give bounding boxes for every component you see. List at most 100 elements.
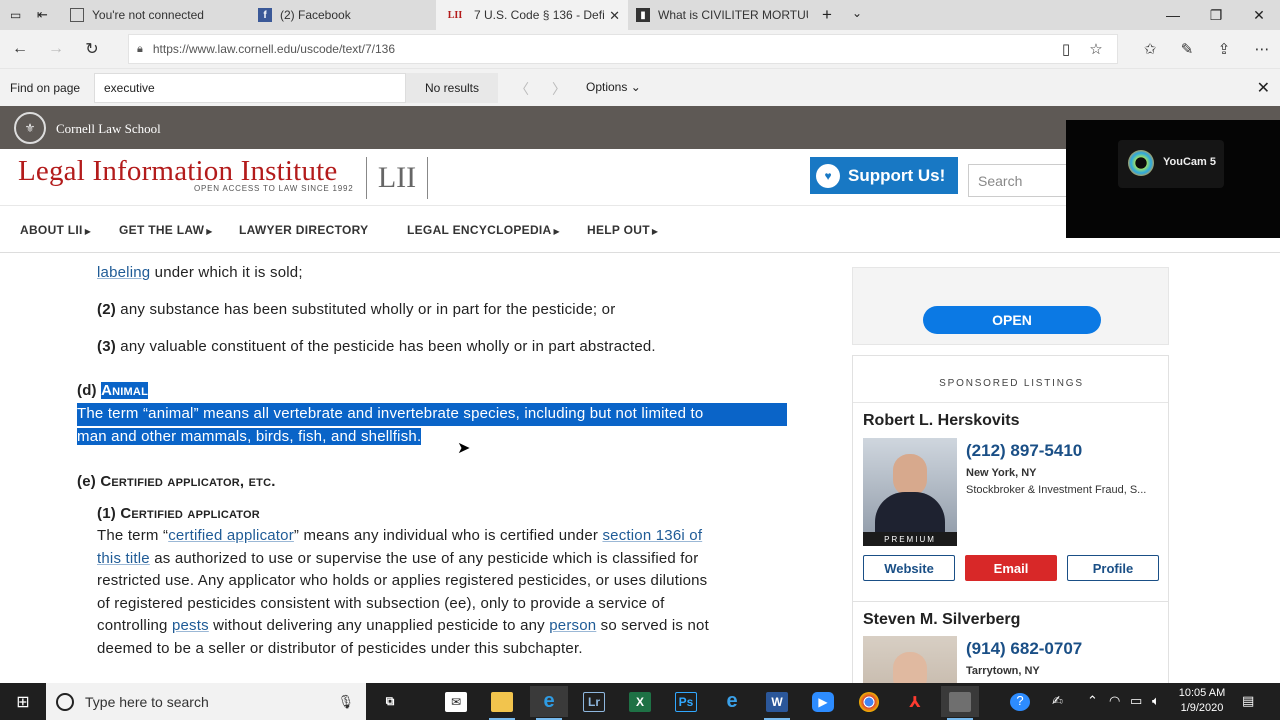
email-button[interactable]: Email xyxy=(965,555,1057,581)
statute-line: The term “certified applicator” means an… xyxy=(97,527,703,544)
find-options-button[interactable]: Options ⌄ xyxy=(586,80,641,94)
task-view-icon[interactable]: ⧉ xyxy=(371,686,409,717)
windows-start-icon[interactable]: ⊞ xyxy=(0,683,46,720)
lawyer-name[interactable]: Robert L. Herskovits xyxy=(863,412,1019,430)
close-tab-icon[interactable]: ✕ xyxy=(609,8,620,24)
favorite-star-icon[interactable]: ☆ xyxy=(1084,38,1108,60)
tab-civiliter[interactable]: ▮ What is CIVILITER MORTUU xyxy=(628,0,814,30)
lawyer-photo[interactable]: PREMIUM xyxy=(863,438,957,546)
section-d-text-selected: The term “animal” means all vertebrate a… xyxy=(77,403,787,426)
lock-icon: 🔒︎ xyxy=(137,42,143,55)
lii-icon: LII xyxy=(447,9,463,21)
edge-icon[interactable]: e xyxy=(530,686,568,720)
reading-view-icon[interactable]: ▯ xyxy=(1054,38,1078,60)
battery-icon[interactable]: ▭ xyxy=(1130,693,1142,709)
clock-time: 10:05 AM xyxy=(1178,687,1226,699)
lightroom-icon[interactable]: Lr xyxy=(575,686,613,717)
find-next-icon[interactable]: 〉 xyxy=(552,79,566,99)
excel-icon[interactable]: X xyxy=(621,686,659,717)
minimize-icon[interactable]: — xyxy=(1151,0,1195,30)
face-shape xyxy=(893,454,927,496)
find-previous-icon[interactable]: 〈 xyxy=(515,79,529,99)
statute-line: deemed to be a seller or distributor of … xyxy=(97,640,583,657)
labeling-link[interactable]: labeling xyxy=(97,264,150,281)
file-explorer-icon[interactable] xyxy=(483,686,521,720)
lawyer-location: New York, NY xyxy=(966,467,1037,479)
statute-line: controlling pests without delivering any… xyxy=(97,617,709,634)
refresh-icon[interactable]: ↻ xyxy=(80,38,104,60)
pen-icon[interactable]: ✎ xyxy=(1175,38,1199,60)
nav-legal-encyclopedia[interactable]: LEGAL ENCYCLOPEDIA ▶ xyxy=(407,223,560,237)
photoshop-icon[interactable]: Ps xyxy=(667,686,705,717)
notifications-icon[interactable]: ▤ xyxy=(1242,693,1254,709)
favorites-hub-icon[interactable]: ✩ xyxy=(1138,38,1162,60)
section-136i-link[interactable]: section 136i of xyxy=(602,527,702,544)
back-icon[interactable]: ← xyxy=(8,38,32,60)
suit-shape xyxy=(875,492,945,536)
ink-workspace-icon[interactable]: ✍ xyxy=(1052,693,1063,709)
book-icon: ▮ xyxy=(636,8,650,22)
find-label: Find on page xyxy=(10,81,81,95)
internet-explorer-icon[interactable]: e xyxy=(713,686,751,717)
chrome-icon[interactable] xyxy=(850,686,888,717)
lawyer-name[interactable]: Steven M. Silverberg xyxy=(863,611,1020,629)
find-input[interactable]: executive xyxy=(94,73,406,103)
tab-list-chevron-icon[interactable]: ⌄ xyxy=(852,6,862,20)
more-icon[interactable]: ⋯ xyxy=(1250,38,1274,60)
find-close-icon[interactable]: ✕ xyxy=(1257,78,1270,98)
mail-icon[interactable]: ✉ xyxy=(437,686,475,717)
taskbar-search[interactable]: Type here to search 🎙︎ xyxy=(46,683,366,720)
youcam-overlay[interactable]: YouCam 5 xyxy=(1066,120,1280,238)
help-icon[interactable]: ? xyxy=(1010,693,1030,711)
tab-not-connected[interactable]: You're not connected xyxy=(62,0,250,30)
profile-button[interactable]: Profile xyxy=(1067,555,1159,581)
nav-about-lii[interactable]: ABOUT LII ▶ xyxy=(20,223,91,237)
nav-lawyer-directory[interactable]: LAWYER DIRECTORY xyxy=(239,223,368,237)
word-icon[interactable]: W xyxy=(758,686,796,720)
volume-icon[interactable]: 🔈︎ xyxy=(1152,693,1160,709)
lawyer-phone[interactable]: (212) 897-5410 xyxy=(966,441,1082,461)
statute-item-2: (2) any substance has been substituted w… xyxy=(97,301,616,318)
statute-line: restricted use. Any applicator who holds… xyxy=(97,572,708,589)
acrobat-icon[interactable]: ⅄ xyxy=(896,686,934,717)
nav-get-the-law[interactable]: GET THE LAW ▶ xyxy=(119,223,213,237)
lawyer-photo[interactable] xyxy=(863,636,957,683)
lii-logo[interactable]: LII xyxy=(366,157,428,199)
find-options-label: Options xyxy=(586,80,628,94)
forward-icon[interactable]: → xyxy=(44,38,68,60)
pests-link[interactable]: pests xyxy=(172,617,209,634)
url-field[interactable]: 🔒︎ https://www.law.cornell.edu/uscode/te… xyxy=(128,34,1118,64)
tab-facebook[interactable]: f (2) Facebook xyxy=(250,0,436,30)
clock[interactable]: 10:05 AM 1/9/2020 xyxy=(1176,686,1228,716)
cornell-seal-icon[interactable]: ⚜ xyxy=(14,112,46,144)
back-tabs-icon[interactable]: ⇤ xyxy=(37,7,48,23)
youcam-taskbar-icon[interactable] xyxy=(941,686,979,720)
window-close-icon[interactable]: ✕ xyxy=(1237,0,1280,30)
microphone-icon[interactable]: 🎙︎ xyxy=(337,694,354,710)
support-us-button[interactable]: ♥ Support Us! xyxy=(810,157,958,194)
caret-right-icon: ▶ xyxy=(84,227,92,236)
zoom-icon[interactable]: ▶ xyxy=(804,686,842,717)
caret-right-icon: ▶ xyxy=(206,227,213,236)
ad-box: OPEN xyxy=(852,267,1169,345)
maximize-icon[interactable]: ❐ xyxy=(1194,0,1238,30)
tab-actions-icon[interactable]: ▭ xyxy=(10,8,21,22)
taskbar-search-placeholder: Type here to search xyxy=(85,693,209,710)
certified-applicator-link[interactable]: certified applicator xyxy=(168,527,294,544)
show-hidden-icons-chevron-icon[interactable]: ⌃ xyxy=(1087,693,1098,709)
wifi-icon[interactable]: ◠ xyxy=(1109,693,1120,709)
new-tab-icon[interactable]: + xyxy=(822,5,832,25)
person-link[interactable]: person xyxy=(549,617,596,634)
this-title-link[interactable]: this title xyxy=(97,550,150,567)
lawyer-phone[interactable]: (914) 682-0707 xyxy=(966,639,1082,659)
open-button[interactable]: OPEN xyxy=(923,306,1101,334)
website-button[interactable]: Website xyxy=(863,555,955,581)
facebook-icon: f xyxy=(258,8,272,22)
sidebar: OPEN SPONSORED LISTINGS Robert L. Hersko… xyxy=(852,253,1170,683)
cornell-law-school-link[interactable]: Cornell Law School xyxy=(56,121,161,137)
nav-help-out[interactable]: HELP OUT ▶ xyxy=(587,223,658,237)
tab-us-code[interactable]: LII 7 U.S. Code § 136 - Defi ✕ xyxy=(436,0,628,30)
caret-right-icon: ▶ xyxy=(651,227,659,236)
sponsored-title: SPONSORED LISTINGS xyxy=(939,378,1084,389)
share-icon[interactable]: ⇪ xyxy=(1212,38,1236,60)
